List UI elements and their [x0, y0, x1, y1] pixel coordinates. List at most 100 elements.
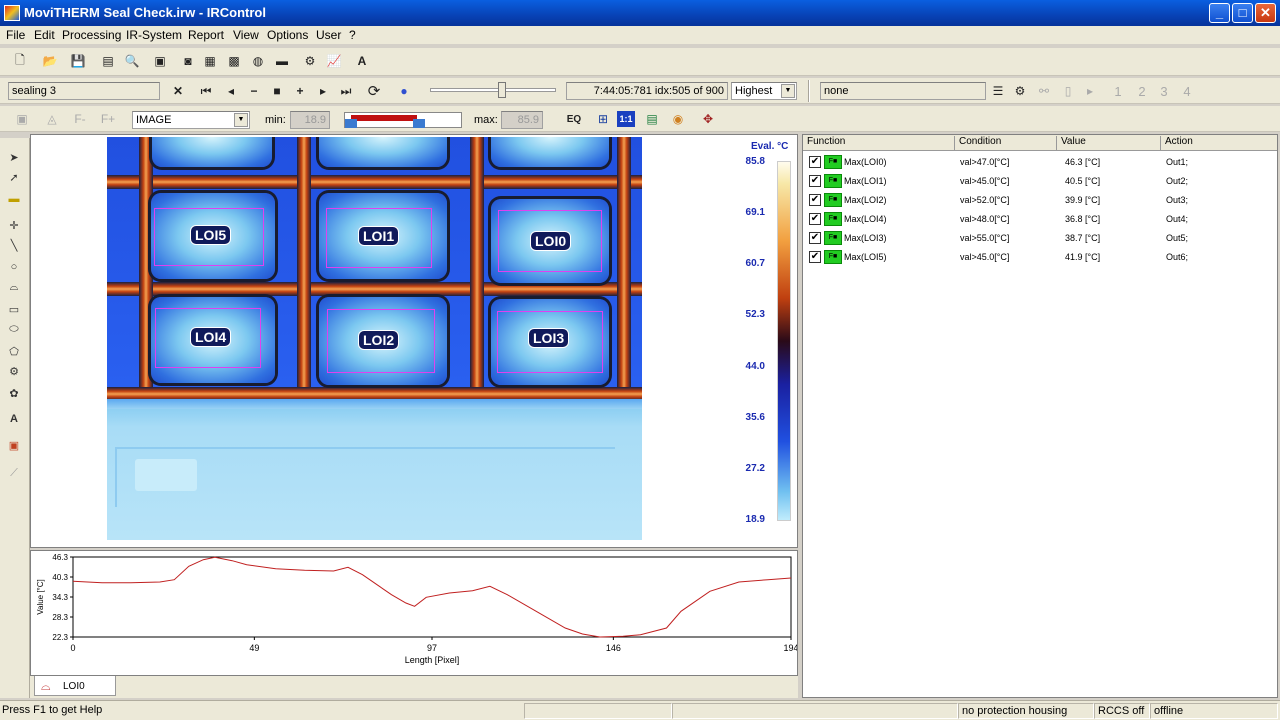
settings-icon[interactable]: ⚙ [300, 51, 320, 71]
chevron-down-icon[interactable]: ▼ [781, 84, 795, 98]
settings-tool-icon[interactable]: ✿ [4, 384, 24, 402]
minimize-button[interactable]: _ [1209, 3, 1230, 23]
search-sequence-icon[interactable]: 🔍 [122, 51, 142, 71]
range-slider[interactable] [344, 112, 462, 128]
link-icon[interactable]: ⚯ [1034, 81, 1054, 101]
range-min-handle[interactable] [345, 119, 357, 128]
profile-chart[interactable]: 0 49 97 146 194 46.3 40.3 34.3 28.3 22.3 Length [P… [31, 551, 799, 675]
record-icon[interactable]: ◙ [178, 51, 198, 71]
text-annotation-icon[interactable]: A [4, 410, 24, 428]
sequence-name-field[interactable]: sealing 3 [8, 82, 160, 100]
camera-icon[interactable]: ▣ [150, 51, 170, 71]
move-icon[interactable]: ✥ [698, 109, 718, 129]
header-function[interactable]: Function [803, 136, 955, 150]
range-max-handle[interactable] [413, 119, 425, 128]
polyline-tool-icon[interactable]: ⌓ [4, 278, 24, 296]
focus-plus-button[interactable]: F+ [98, 109, 118, 129]
header-value[interactable]: Value [1057, 136, 1161, 150]
loi5-label[interactable]: LOI5 [190, 225, 232, 245]
table-row[interactable]: ✔ F■ Max(LOI2) val>52.0[°C] 39.9 [°C] Out3; [803, 191, 1277, 210]
header-condition[interactable]: Condition [955, 136, 1057, 150]
min-value-field[interactable]: 18.9 [290, 111, 330, 129]
line-tool-icon[interactable]: ╲ [4, 236, 24, 254]
pointer-help-icon[interactable]: ➚ [4, 168, 24, 186]
gear-tool-icon[interactable]: ⚙ [4, 362, 24, 380]
stop-close-icon[interactable]: ✕ [168, 81, 188, 101]
menu-user[interactable]: User [316, 28, 341, 42]
camera-disabled-icon[interactable]: ▣ [12, 109, 32, 129]
report-tool-icon[interactable]: ▣ [4, 436, 24, 454]
table-row[interactable]: ✔ F■ Max(LOI4) val>48.0[°C] 36.8 [°C] Out4; [803, 210, 1277, 229]
export-icon[interactable]: ▩ [224, 51, 244, 71]
new-file-icon[interactable]: 🗋 [10, 51, 30, 71]
minus-icon[interactable]: − [244, 81, 264, 101]
ellipse-tool-icon[interactable]: ○ [4, 258, 24, 276]
frame-slider-thumb[interactable] [498, 82, 506, 98]
menu-help[interactable]: ? [349, 28, 356, 42]
max-value-field[interactable]: 85.9 [501, 111, 543, 129]
actual-size-button[interactable]: 1:1 [617, 111, 635, 127]
table-row[interactable]: ✔ F■ Max(LOI1) val>45.0[°C] 40.5 [°C] Out2; [803, 172, 1277, 191]
slot-3-button[interactable]: 3 [1154, 81, 1174, 101]
menu-processing[interactable]: Processing [62, 28, 121, 42]
record-sphere-icon[interactable]: ● [394, 81, 414, 101]
save-icon[interactable]: 💾 [68, 51, 88, 71]
prev-frame-icon[interactable]: ◂ [221, 81, 241, 101]
menu-options[interactable]: Options [267, 28, 308, 42]
snapshot-icon[interactable]: ▦ [200, 51, 220, 71]
maximize-button[interactable]: □ [1232, 3, 1253, 23]
table-row[interactable]: ✔ F■ Max(LOI0) val>47.0[°C] 46.3 [°C] Out1; [803, 153, 1277, 172]
ruler-icon[interactable]: ▬ [4, 190, 24, 208]
first-frame-icon[interactable]: ⏮ [196, 81, 216, 101]
chevron-down-icon[interactable]: ▼ [234, 113, 248, 127]
text-tool-icon[interactable]: A [352, 51, 372, 71]
polygon-tool-icon[interactable]: ⬠ [4, 342, 24, 360]
rectangle-tool-icon[interactable]: ▭ [4, 300, 24, 318]
row-checkbox[interactable]: ✔ [809, 156, 821, 168]
tab-loi0[interactable]: ⌓ LOI0 [34, 676, 116, 696]
menu-view[interactable]: View [233, 28, 259, 42]
menu-report[interactable]: Report [188, 28, 224, 42]
menu-ir-system[interactable]: IR-System [126, 28, 182, 42]
loi3-label[interactable]: LOI3 [528, 328, 570, 348]
slot-2-button[interactable]: 2 [1132, 81, 1152, 101]
view-mode-select[interactable]: IMAGE ▼ [132, 111, 250, 129]
overlay-icon[interactable]: ▤ [642, 109, 662, 129]
loi1-label[interactable]: LOI1 [358, 226, 400, 246]
spot-icon[interactable]: ✛ [4, 216, 24, 234]
list-icon[interactable]: ☰ [988, 81, 1008, 101]
thermal-image[interactable]: LOI5 LOI1 LOI0 LOI4 LOI2 LOI3 [107, 137, 642, 540]
row-checkbox[interactable]: ✔ [809, 251, 821, 263]
autofocus-icon[interactable]: ◬ [42, 109, 62, 129]
import-icon[interactable]: ▤ [98, 51, 118, 71]
row-checkbox[interactable]: ✔ [809, 194, 821, 206]
speed-select[interactable]: Highest ▼ [731, 82, 797, 100]
focus-minus-button[interactable]: F- [70, 109, 90, 129]
network-icon[interactable]: ◍ [248, 51, 268, 71]
slot-4-button[interactable]: 4 [1177, 81, 1197, 101]
table-row[interactable]: ✔ F■ Max(LOI3) val>55.0[°C] 38.7 [°C] Out5; [803, 229, 1277, 248]
menu-edit[interactable]: Edit [34, 28, 55, 42]
stop-icon[interactable]: ■ [267, 81, 287, 101]
close-button[interactable]: ✕ [1255, 3, 1276, 23]
graph-tool-icon[interactable]: ⟋ [4, 464, 24, 482]
header-action[interactable]: Action [1161, 136, 1277, 150]
slot-1-button[interactable]: 1 [1108, 81, 1128, 101]
frame-slider-track[interactable] [430, 88, 556, 92]
chart-icon[interactable]: 📈 [324, 51, 344, 71]
plus-icon[interactable]: + [290, 81, 310, 101]
trigger-field[interactable]: none [820, 82, 986, 100]
loi0-label[interactable]: LOI0 [530, 231, 572, 251]
folder-gear-icon[interactable]: ⚙ [1010, 81, 1030, 101]
open-folder-icon[interactable]: 📂 [40, 51, 60, 71]
loi4-label[interactable]: LOI4 [190, 327, 232, 347]
play-icon[interactable]: ▸ [1080, 81, 1100, 101]
palette-icon[interactable]: ▬ [272, 51, 292, 71]
refresh-icon[interactable]: ⟳ [364, 81, 384, 101]
row-checkbox[interactable]: ✔ [809, 175, 821, 187]
menu-file[interactable]: File [6, 28, 25, 42]
pointer-icon[interactable]: ➤ [4, 148, 24, 166]
loi2-label[interactable]: LOI2 [358, 330, 400, 350]
document-icon[interactable]: ▯ [1058, 81, 1078, 101]
fit-window-icon[interactable]: ⊞ [593, 109, 613, 129]
